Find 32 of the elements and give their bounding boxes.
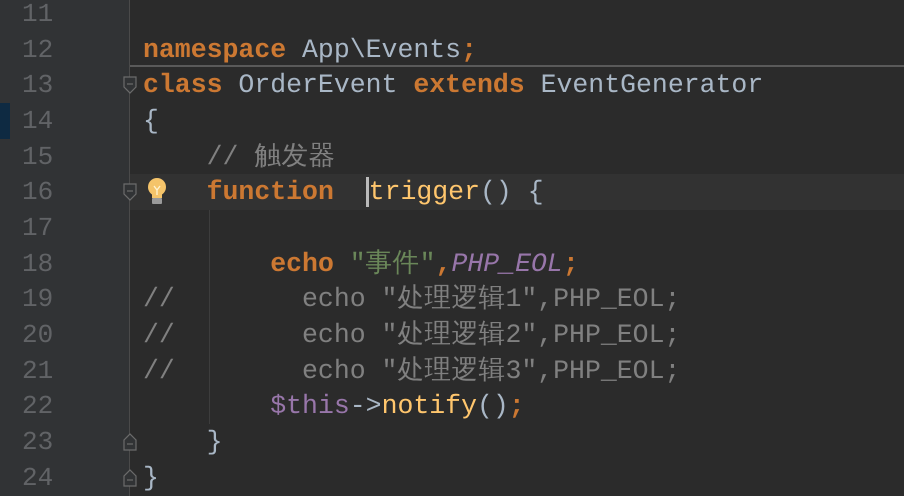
code-text: EventGenerator <box>540 69 764 102</box>
code-text: App\Events <box>302 34 462 67</box>
fold-icon[interactable] <box>123 76 137 94</box>
code-text: { <box>143 104 159 138</box>
keyword-text: ; <box>562 248 579 281</box>
keyword-text: extends <box>413 69 525 102</box>
comment-text: // echo "处理逻辑3",PHP_EOL; <box>143 354 680 388</box>
keyword-text: , <box>436 248 452 281</box>
code-text: OrderEvent <box>238 69 398 102</box>
comment-text: // 触发器 <box>206 140 336 174</box>
code-text: () { <box>480 176 544 210</box>
code-text: } <box>143 462 159 495</box>
fold-icon[interactable] <box>123 468 137 487</box>
fold-icon[interactable] <box>123 183 137 202</box>
keyword-text: ; <box>508 390 525 424</box>
variable-text: $this <box>270 390 350 424</box>
fold-icon[interactable] <box>123 433 137 452</box>
keyword-text: namespace <box>143 34 286 67</box>
string-text: "事件" <box>350 248 436 281</box>
function-name: trigger <box>368 176 480 210</box>
constant-text: PHP_EOL <box>451 248 563 281</box>
keyword-text: class <box>143 69 223 102</box>
code-text: () <box>476 390 509 424</box>
comment-text: // echo "处理逻辑1",PHP_EOL; <box>143 283 680 316</box>
keyword-text: ; <box>461 34 477 67</box>
code-text: -> <box>350 390 382 424</box>
code-text: } <box>206 426 223 460</box>
keyword-text: function <box>206 176 334 210</box>
comment-text: // echo "处理逻辑2",PHP_EOL; <box>143 319 680 352</box>
keyword-text: echo <box>270 248 334 281</box>
text-cursor <box>366 177 369 208</box>
function-name: notify <box>382 390 477 424</box>
